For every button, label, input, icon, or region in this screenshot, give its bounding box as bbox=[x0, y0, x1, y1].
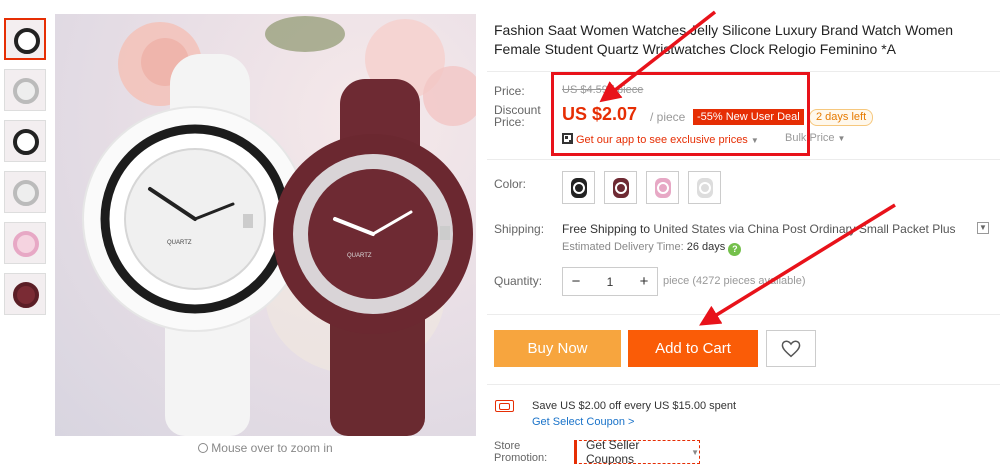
price-label: Price: bbox=[494, 84, 525, 98]
svg-text:QUARTZ: QUARTZ bbox=[167, 240, 192, 246]
help-icon[interactable]: ? bbox=[728, 243, 742, 256]
main-product-image[interactable]: QUARTZ QUARTZ bbox=[55, 14, 476, 436]
shipping-info: Free Shipping to United States via China… bbox=[562, 222, 956, 236]
thumbnail-1[interactable] bbox=[4, 18, 46, 60]
quantity-decrease-button[interactable]: − bbox=[563, 268, 589, 295]
heart-icon bbox=[781, 339, 801, 357]
thumbnail-6[interactable] bbox=[4, 273, 46, 315]
color-label: Color: bbox=[494, 177, 527, 191]
days-left-badge: 2 days left bbox=[809, 109, 874, 126]
quantity-label: Quantity: bbox=[494, 274, 543, 288]
magnifier-icon bbox=[198, 443, 209, 453]
quantity-stepper: − 1 + bbox=[562, 267, 658, 296]
annotation-highlight-box bbox=[551, 72, 810, 156]
quantity-increase-button[interactable]: + bbox=[631, 268, 657, 295]
color-swatch-black[interactable] bbox=[562, 171, 595, 204]
estimated-delivery: Estimated Delivery Time: 26 days ? bbox=[562, 241, 742, 256]
thumbnail-4[interactable] bbox=[4, 171, 46, 213]
available-stock: piece (4272 pieces available) bbox=[663, 275, 806, 287]
quantity-input[interactable]: 1 bbox=[589, 268, 631, 295]
chevron-down-icon: ▼ bbox=[691, 447, 699, 457]
store-promotion-label-line2: Promotion: bbox=[494, 452, 548, 464]
thumbnail-2[interactable] bbox=[4, 69, 46, 111]
svg-text:QUARTZ: QUARTZ bbox=[347, 253, 372, 259]
divider bbox=[487, 314, 1000, 315]
buy-now-button[interactable]: Buy Now bbox=[494, 330, 621, 367]
color-swatch-burgundy[interactable] bbox=[604, 171, 637, 204]
color-swatch-white[interactable] bbox=[688, 171, 721, 204]
watches-illustration: QUARTZ QUARTZ bbox=[82, 16, 476, 436]
zoom-hint: Mouse over to zoom in bbox=[55, 441, 476, 455]
thumbnail-5[interactable] bbox=[4, 222, 46, 264]
chevron-down-icon: ▼ bbox=[837, 134, 846, 143]
get-seller-coupons-button[interactable]: Get Seller Coupons ▼ bbox=[574, 438, 700, 465]
wishlist-button[interactable] bbox=[766, 330, 816, 367]
store-promotion-label-line1: Store bbox=[494, 440, 521, 452]
coupon-icon bbox=[495, 400, 514, 412]
product-title: Fashion Saat Women Watches Jelly Silicon… bbox=[494, 22, 954, 57]
divider bbox=[487, 159, 1000, 160]
get-select-coupon-link[interactable]: Get Select Coupon > bbox=[532, 416, 634, 428]
thumbnail-3[interactable] bbox=[4, 120, 46, 162]
discount-price-label-line2: Price: bbox=[494, 115, 525, 129]
add-to-cart-button[interactable]: Add to Cart bbox=[628, 330, 758, 367]
thumbnail-list bbox=[4, 18, 46, 324]
shipping-label: Shipping: bbox=[494, 222, 545, 236]
color-swatch-pink[interactable] bbox=[646, 171, 679, 204]
divider bbox=[487, 384, 1000, 385]
coupon-save-text: Save US $2.00 off every US $15.00 spent bbox=[532, 400, 737, 412]
shipping-options-chevron-icon[interactable]: ▼ bbox=[977, 222, 989, 234]
product-info: Fashion Saat Women Watches Jelly Silicon… bbox=[487, 0, 1000, 465]
